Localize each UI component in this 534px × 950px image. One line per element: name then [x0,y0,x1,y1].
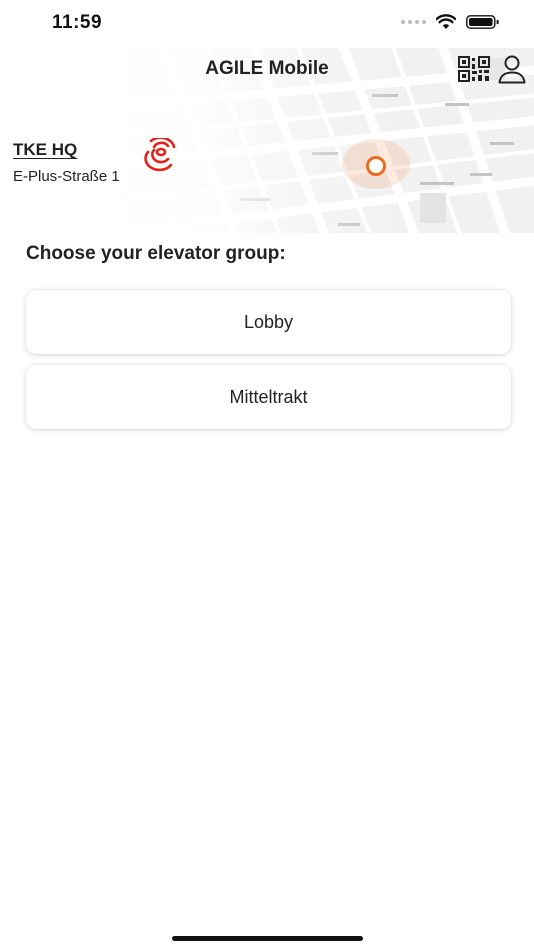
battery-icon [466,15,499,29]
cellular-signal-icon [401,20,426,24]
site-header: AGILE Mobile TKE HQ E-Plus-Straße 1 [0,48,534,233]
wifi-icon [436,14,456,29]
app-title: AGILE Mobile [205,58,329,79]
site-name[interactable]: TKE HQ [13,140,77,160]
group-button-lobby[interactable]: Lobby [26,290,511,354]
status-bar: 11:59 [0,0,534,50]
site-address: E-Plus-Straße 1 [13,168,120,185]
qr-code-icon[interactable] [458,56,490,82]
person-icon[interactable] [497,54,527,84]
status-time: 11:59 [52,12,103,33]
location-marker-icon [342,139,410,189]
group-button-mitteltrakt[interactable]: Mitteltrakt [26,365,511,429]
elevator-group-prompt: Choose your elevator group: [26,243,286,264]
broadcast-signal-icon [144,138,176,172]
elevator-group-list: Lobby Mitteltrakt [26,290,511,440]
status-icons [401,14,500,30]
home-indicator[interactable] [172,936,363,941]
